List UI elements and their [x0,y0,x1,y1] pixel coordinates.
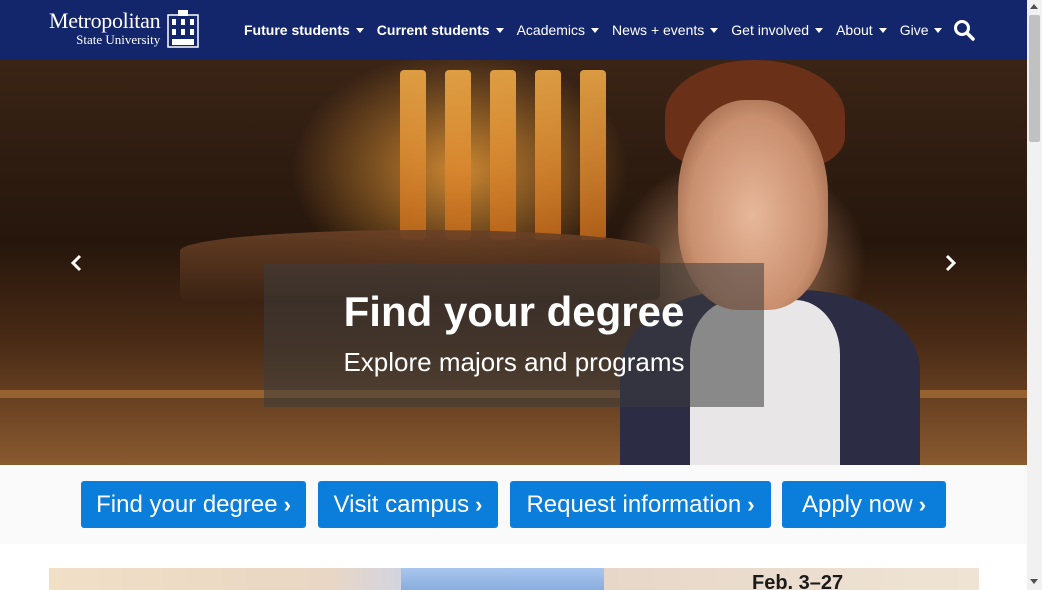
chevron-right-icon[interactable] [940,253,960,273]
nav-about[interactable]: About [836,22,887,38]
caret-down-icon [934,27,943,33]
hero-caption[interactable]: Find your degree Explore majors and prog… [264,263,764,407]
chevron-right-icon: › [747,491,755,517]
nav-label: About [836,22,873,38]
event-banner[interactable]: Feb. 3–27 [49,568,979,590]
hero-carousel: Find your degree Explore majors and prog… [0,60,1027,465]
stage-light [400,70,426,240]
nav-label: Future students [244,22,350,38]
stage-light [580,70,606,240]
cta-label: Request information [526,490,742,518]
caret-down-icon [710,27,719,33]
banner-photo [401,568,604,590]
main-nav: Future students Current students Academi… [244,0,955,60]
logo-subtitle: State University [76,32,161,47]
top-navbar: Metropolitan State University Future stu… [0,0,1027,60]
visit-campus-button[interactable]: Visit campus › [318,481,498,528]
caret-down-icon [591,27,600,33]
logo-text: Metropolitan State University [49,8,161,48]
chevron-right-icon: › [283,491,291,517]
scroll-down-arrow-icon[interactable] [1030,579,1038,584]
nav-label: Academics [516,22,586,38]
cta-bar: Find your degree › Visit campus › Reques… [0,465,1027,544]
apply-now-button[interactable]: Apply now › [782,481,946,528]
cta-label: Find your degree [96,490,278,518]
hero-subtitle: Explore majors and programs [343,347,685,377]
building-icon [167,10,200,48]
nav-label: Give [899,22,929,38]
logo-title: Metropolitan [49,8,161,33]
search-icon[interactable] [953,19,975,41]
university-logo[interactable]: Metropolitan State University [49,8,200,50]
hero-title: Find your degree [343,288,685,335]
scrollbar-thumb[interactable] [1029,15,1040,142]
stage-light [535,70,561,240]
vertical-scrollbar[interactable] [1027,0,1042,590]
chevron-right-icon: › [475,491,483,517]
chevron-left-icon[interactable] [67,253,87,273]
banner-date: Feb. 3–27 [752,572,844,590]
nav-future-students[interactable]: Future students [244,22,364,38]
page: Metropolitan State University Future stu… [0,0,1027,590]
scroll-up-arrow-icon[interactable] [1030,4,1038,9]
stage-light [445,70,471,240]
nav-label: Current students [376,22,490,38]
nav-get-involved[interactable]: Get involved [731,22,824,38]
nav-current-students[interactable]: Current students [377,22,504,38]
cta-label: Visit campus [333,490,470,518]
nav-news-events[interactable]: News + events [612,22,719,38]
find-degree-button[interactable]: Find your degree › [81,481,306,528]
request-information-button[interactable]: Request information › [510,481,771,528]
nav-give[interactable]: Give [900,22,943,38]
caret-down-icon [815,27,824,33]
chevron-right-icon: › [918,491,927,517]
caret-down-icon [355,27,364,33]
nav-academics[interactable]: Academics [516,22,600,38]
cta-label: Apply now [801,490,913,518]
nav-label: News + events [612,22,705,38]
nav-label: Get involved [731,22,810,38]
stage-light [490,70,516,240]
caret-down-icon [495,27,504,33]
caret-down-icon [878,27,887,33]
